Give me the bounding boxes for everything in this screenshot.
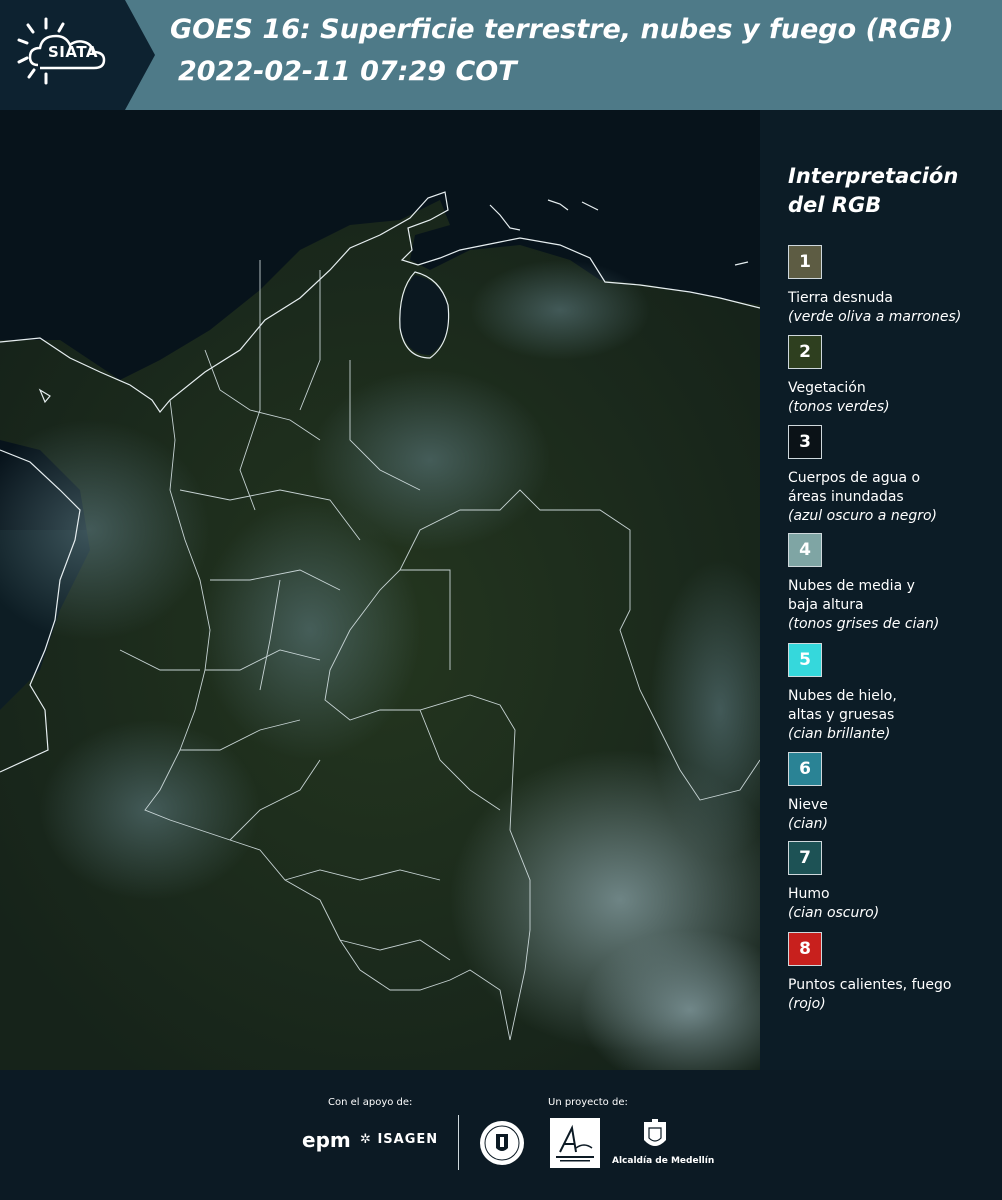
legend-item-label: Cuerpos de agua o áreas inundadas (788, 470, 921, 505)
legend-item-sublabel: (verde oliva a marrones) (788, 309, 962, 325)
legend-item-6: 6 Nieve (cian) (788, 752, 998, 834)
page-timestamp: 2022-02-11 07:29 COT (178, 56, 517, 87)
alcaldia-medellin-logo-text: Alcaldía de Medellín (612, 1156, 715, 1166)
legend-title: Interpretación del RGB (788, 164, 959, 217)
legend-item-sublabel: (tonos verdes) (788, 399, 890, 415)
legend-item-sublabel: (azul oscuro a negro) (788, 508, 937, 524)
legend-item-4: 4 Nubes de media y baja altura (tonos gr… (788, 533, 998, 634)
legend-item-5: 5 Nubes de hielo, altas y gruesas (cian … (788, 643, 998, 744)
legend-item-sublabel: (tonos grises de cian) (788, 616, 940, 632)
legend-swatch: 8 (788, 932, 822, 966)
legend-swatch: 5 (788, 643, 822, 677)
header-bar: SIATA GOES 16: Superficie terrestre, nub… (0, 0, 1002, 110)
footer-divider (458, 1115, 459, 1170)
area-metropolitana-logo (550, 1118, 600, 1168)
legend-item-label: Nieve (788, 797, 828, 813)
legend-item-8: 8 Puntos calientes, fuego (rojo) (788, 932, 998, 1014)
legend-item-sublabel: (cian) (788, 816, 828, 832)
legend-item-7: 7 Humo (cian oscuro) (788, 841, 998, 923)
legend-item-1: 1 Tierra desnuda (verde oliva a marrones… (788, 245, 998, 327)
satellite-map-colombia-icon (0, 110, 760, 1070)
legend-swatch: 7 (788, 841, 822, 875)
page-title: GOES 16: Superficie terrestre, nubes y f… (170, 14, 954, 45)
project-label: Un proyecto de: (548, 1097, 628, 1108)
legend-item-label: Tierra desnuda (788, 290, 893, 306)
legend-swatch: 1 (788, 245, 822, 279)
university-seal-icon (480, 1121, 524, 1165)
legend-swatch: 4 (788, 533, 822, 567)
legend-item-label: Nubes de hielo, altas y gruesas (788, 688, 897, 723)
legend-item-label: Humo (788, 886, 830, 902)
siata-logo: SIATA (0, 0, 155, 110)
isagen-logo-text: ISAGEN (377, 1132, 439, 1147)
legend-item-label: Vegetación (788, 380, 866, 396)
isagen-logo: ✲ ISAGEN (360, 1132, 438, 1147)
legend-item-label: Puntos calientes, fuego (788, 977, 952, 993)
legend-swatch: 6 (788, 752, 822, 786)
legend-item-3: 3 Cuerpos de agua o áreas inundadas (azu… (788, 425, 998, 526)
satellite-map[interactable] (0, 110, 760, 1070)
legend-item-sublabel: (cian oscuro) (788, 905, 880, 921)
area-metropolitana-icon (556, 1124, 594, 1162)
legend-item-sublabel: (cian brillante) (788, 726, 891, 742)
footer: Con el apoyo de: Un proyecto de: epm ✲ I… (0, 1070, 1002, 1200)
legend-item-label: Nubes de media y baja altura (788, 578, 915, 613)
support-label: Con el apoyo de: (328, 1097, 413, 1108)
epm-logo: epm (302, 1128, 351, 1152)
page: SIATA GOES 16: Superficie terrestre, nub… (0, 0, 1002, 1200)
legend-panel: Interpretación del RGB 1 Tierra desnuda … (760, 110, 1002, 1070)
legend-item-sublabel: (rojo) (788, 996, 826, 1012)
isagen-mark-icon: ✲ (360, 1132, 372, 1147)
legend-item-2: 2 Vegetación (tonos verdes) (788, 335, 998, 417)
legend-swatch: 2 (788, 335, 822, 369)
legend-swatch: 3 (788, 425, 822, 459)
alcaldia-shield-icon (644, 1119, 666, 1146)
siata-logo-text: SIATA (48, 43, 99, 61)
